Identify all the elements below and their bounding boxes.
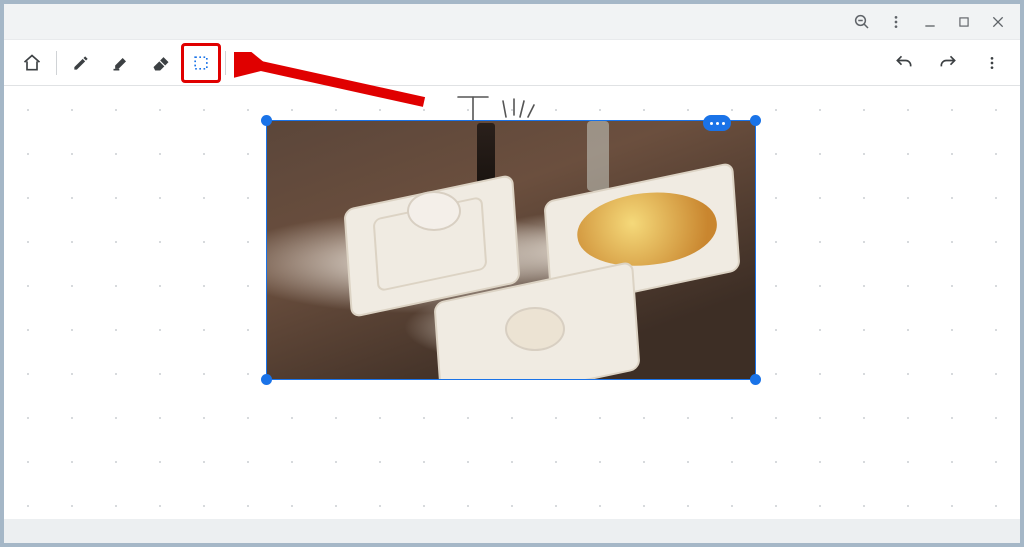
canvas-inner <box>18 86 1006 519</box>
eraser-tool[interactable] <box>141 43 181 83</box>
resize-handle-top-right[interactable] <box>750 115 761 126</box>
pen-tool[interactable] <box>61 43 101 83</box>
undo-button[interactable] <box>884 43 924 83</box>
window-titlebar <box>4 4 1020 40</box>
redo-button[interactable] <box>928 43 968 83</box>
toolbar <box>4 40 1020 86</box>
bottom-scroll-gutter <box>4 519 1020 543</box>
resize-handle-bottom-right[interactable] <box>750 374 761 385</box>
window-menu-button[interactable] <box>882 8 910 36</box>
toolbar-divider <box>56 51 57 75</box>
resize-handle-bottom-left[interactable] <box>261 374 272 385</box>
maximize-button[interactable] <box>950 8 978 36</box>
resize-handle-top-left[interactable] <box>261 115 272 126</box>
minimize-button[interactable] <box>916 8 944 36</box>
highlighter-tool[interactable] <box>101 43 141 83</box>
home-button[interactable] <box>12 43 52 83</box>
zoom-out-button[interactable] <box>848 8 876 36</box>
app-window <box>0 0 1024 547</box>
close-button[interactable] <box>984 8 1012 36</box>
toolbar-divider <box>225 51 226 75</box>
toolbar-more-button[interactable] <box>972 43 1012 83</box>
image-more-actions-button[interactable] <box>703 115 731 131</box>
image-content <box>267 121 755 379</box>
rectangle-tool[interactable] <box>230 43 270 83</box>
selection-tool[interactable] <box>181 43 221 83</box>
selected-image[interactable] <box>266 120 756 380</box>
canvas[interactable] <box>4 86 1020 519</box>
